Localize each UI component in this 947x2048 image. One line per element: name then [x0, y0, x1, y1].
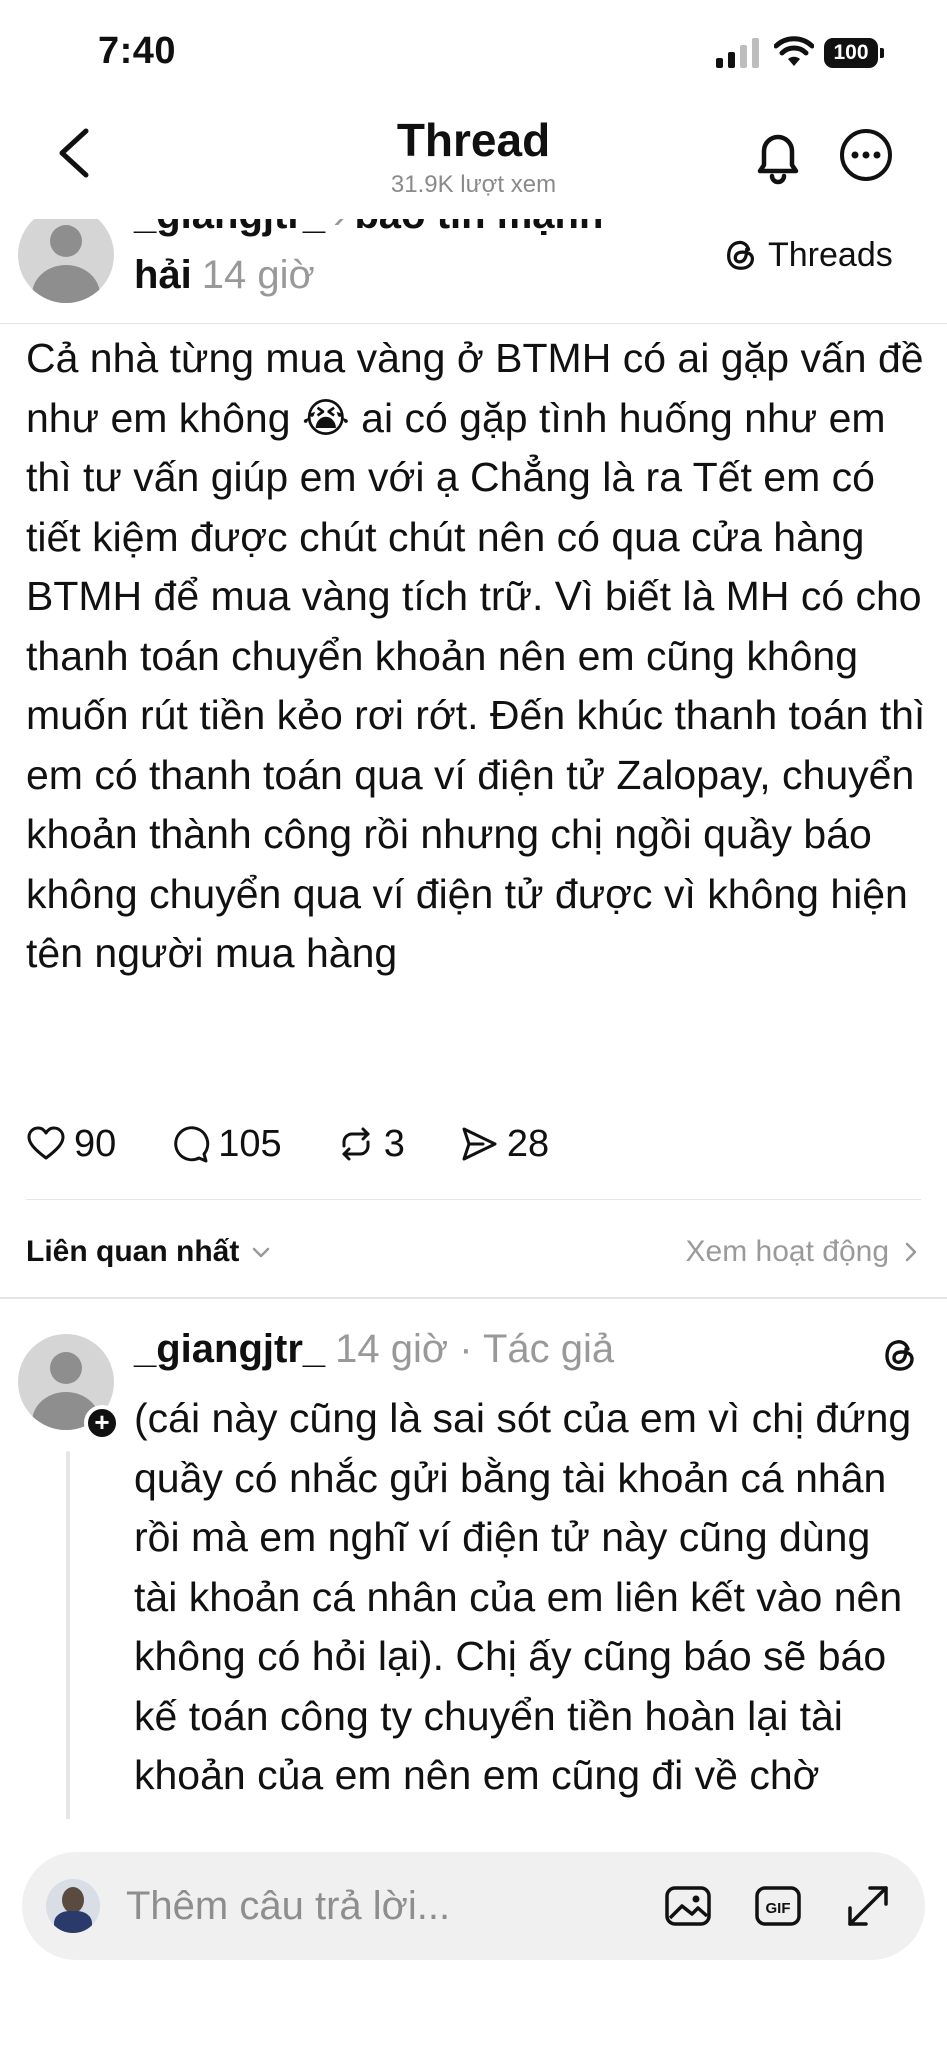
gif-icon[interactable]: GIF — [752, 1880, 804, 1932]
post-username[interactable]: _giangjtr_ — [134, 219, 325, 237]
thread-content: _giangjtr_›báo tin mạnh hải14 giờ Thread… — [0, 219, 947, 1819]
share-button[interactable]: 28 — [459, 1123, 549, 1166]
follow-plus-icon[interactable]: + — [84, 1405, 120, 1441]
status-time: 7:40 — [98, 30, 177, 72]
post-body: Cả nhà từng mua vàng ở BTMH có ai gặp vấ… — [26, 335, 926, 976]
threads-badge-label: Threads — [768, 235, 893, 274]
reply-composer: GIF — [22, 1852, 925, 1960]
post-time: 14 giờ — [201, 253, 315, 297]
reply-meta: 14 giờ · Tác giả — [335, 1327, 615, 1371]
sort-label: Liên quan nhất — [26, 1235, 240, 1268]
section-divider — [26, 1199, 921, 1200]
chevron-right-icon — [905, 1242, 917, 1262]
threads-logo-icon[interactable] — [880, 1335, 920, 1375]
heart-icon — [27, 1126, 65, 1160]
post-avatar[interactable] — [18, 219, 114, 303]
post-community[interactable]: báo tin mạnh — [354, 219, 603, 237]
post-community-continued[interactable]: hải — [134, 253, 192, 297]
reply-input[interactable] — [126, 1880, 546, 1932]
send-icon — [462, 1127, 497, 1161]
nav-header: Thread 31.9K lượt xem — [0, 105, 947, 324]
sort-dropdown[interactable]: Liên quan nhất — [26, 1235, 273, 1269]
expand-icon[interactable] — [842, 1880, 894, 1932]
signal-icon — [716, 38, 759, 68]
thread-connector-line — [66, 1451, 70, 1819]
image-icon[interactable] — [662, 1880, 714, 1932]
view-activity-label: Xem hoạt động — [685, 1235, 889, 1268]
reply-username[interactable]: _giangjtr_ — [134, 1327, 325, 1371]
view-activity-link[interactable]: Xem hoạt động — [686, 1235, 921, 1269]
comment-icon — [174, 1126, 210, 1163]
repost-count: 3 — [383, 1122, 405, 1165]
like-button[interactable]: 90 — [26, 1123, 116, 1166]
share-count: 28 — [506, 1122, 550, 1165]
replies-divider — [0, 1297, 947, 1299]
like-count: 90 — [74, 1122, 117, 1165]
reply-body: (cái này cũng là sai sót của em vì chị đ… — [134, 1395, 912, 1819]
more-icon[interactable] — [838, 127, 894, 183]
reply-button[interactable]: 105 — [170, 1122, 282, 1166]
repost-icon — [342, 1127, 370, 1161]
post-author-line-2: hải 14 giờ — [134, 253, 315, 298]
bell-icon[interactable] — [750, 125, 806, 185]
wifi-icon — [774, 36, 814, 66]
battery-level: 100 — [824, 38, 878, 68]
battery-indicator: 100 — [824, 38, 884, 68]
reply-count: 105 — [218, 1122, 282, 1165]
user-avatar — [46, 1879, 100, 1933]
chevron-down-icon — [253, 1247, 270, 1258]
reply-header: _giangjtr_ 14 giờ · Tác giả — [134, 1327, 614, 1372]
post-actions: 90 105 3 28 — [26, 1119, 603, 1169]
svg-text:GIF: GIF — [766, 1900, 791, 1917]
status-bar: 7:40 100 — [0, 0, 947, 105]
threads-logo-icon — [727, 240, 755, 270]
post-author-line: _giangjtr_›báo tin mạnh — [134, 219, 603, 238]
threads-badge[interactable]: Threads — [722, 233, 893, 277]
sort-row: Liên quan nhất Xem hoạt động — [26, 1229, 921, 1279]
repost-button[interactable]: 3 — [336, 1123, 405, 1166]
